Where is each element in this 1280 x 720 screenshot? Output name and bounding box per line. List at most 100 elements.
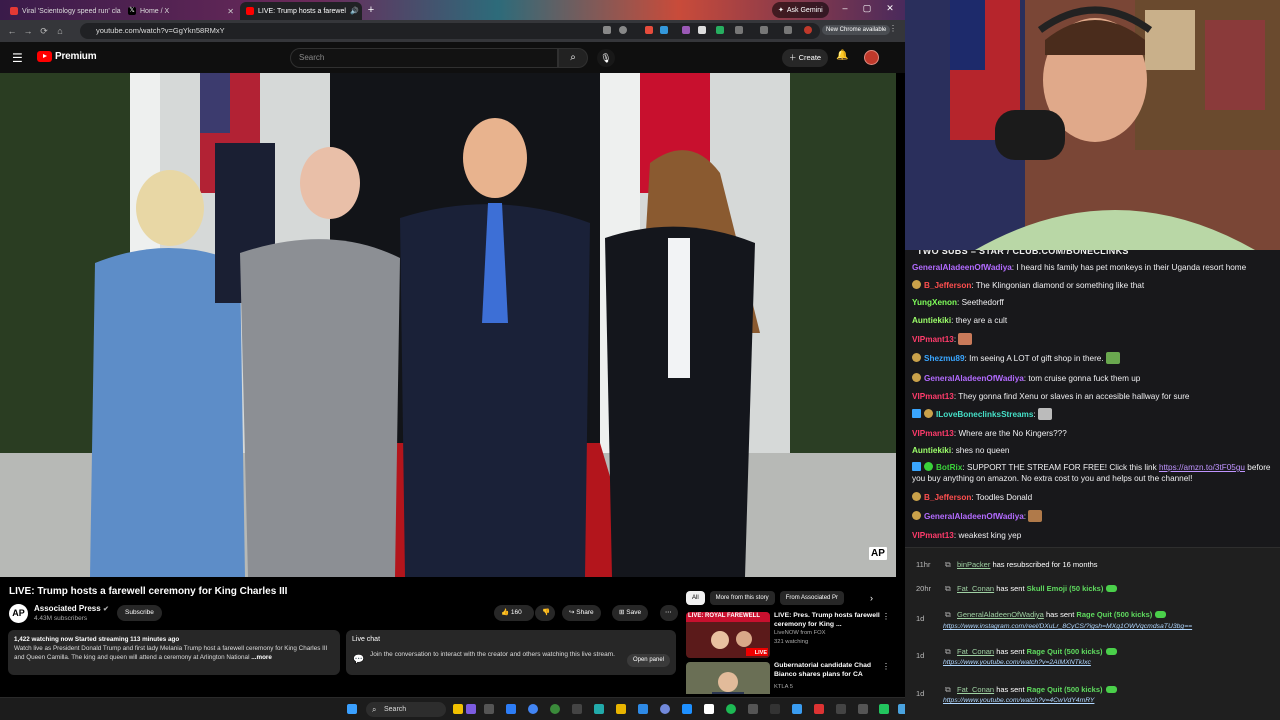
browser-menu-icon[interactable]: ⋮ (889, 24, 897, 33)
chat-link[interactable]: https://amzn.to/3tF05gu (1159, 463, 1245, 472)
video-player[interactable] (0, 73, 896, 577)
chat-username[interactable]: GeneralAladeenOfWadiya (924, 512, 1024, 521)
profile-avatar-icon[interactable] (804, 26, 812, 34)
maximize-icon[interactable]: ▢ (858, 3, 876, 14)
obs-icon[interactable] (770, 704, 780, 714)
close-tab-icon[interactable]: ✕ (227, 7, 234, 16)
app-icon[interactable] (879, 704, 889, 714)
event-username[interactable]: binPacker (957, 560, 990, 569)
windows-start-icon[interactable] (347, 704, 357, 714)
more-options-icon[interactable]: ⋮ (882, 612, 890, 621)
open-panel-button[interactable]: Open panel (626, 654, 670, 667)
video-description[interactable]: 1,422 watching now Started streaming 113… (8, 630, 340, 675)
event-link[interactable]: https://www.youtube.com/watch?v=2AIMXNTk… (943, 659, 1091, 666)
chat-username[interactable]: Auntiekiki (912, 316, 951, 325)
bookmark-star-icon[interactable] (619, 26, 627, 34)
subscribe-button[interactable]: Subscribe (117, 605, 162, 621)
account-avatar[interactable] (864, 50, 879, 65)
more-options-icon[interactable]: ⋮ (882, 662, 890, 671)
event-username[interactable]: Fat_Conan (957, 685, 994, 694)
app-icon[interactable] (792, 704, 802, 714)
app-icon[interactable] (682, 704, 692, 714)
audio-icon[interactable]: 🔊 (350, 7, 359, 15)
browser-tab-1[interactable]: Viral 'Scientology speed run' cla ✕ (4, 2, 122, 20)
chat-username[interactable]: BotRix (936, 463, 962, 472)
close-window-icon[interactable]: ✕ (881, 3, 899, 14)
app-icon[interactable] (858, 704, 868, 714)
more-actions-icon[interactable]: ⋯ (660, 605, 678, 621)
youtube-premium-logo[interactable]: Premium (37, 51, 97, 62)
extension-icon[interactable] (682, 26, 690, 34)
back-icon[interactable]: ← (4, 26, 20, 36)
event-link[interactable]: https://www.instagram.com/reel/DXuLr_8Cy… (943, 623, 1192, 630)
browser-tab-2[interactable]: 𝕏 Home / X ✕ (122, 2, 240, 20)
channel-avatar[interactable]: AP (9, 604, 28, 623)
chat-username[interactable]: YungXenon (912, 298, 957, 307)
forward-icon[interactable]: → (20, 26, 36, 36)
event-link[interactable]: https://www.youtube.com/watch?v=4CwVdY4m… (943, 697, 1094, 704)
chat-username[interactable]: B_Jefferson (924, 281, 971, 290)
search-input[interactable]: Search (290, 48, 558, 68)
chrome-icon[interactable] (528, 704, 538, 714)
channel-name[interactable]: Associated Press ✔ (34, 604, 109, 613)
extension-icon[interactable] (660, 26, 668, 34)
chat-username[interactable]: GeneralAladeenOfWadiya (924, 374, 1024, 383)
home-icon[interactable]: ⌂ (52, 26, 68, 36)
chat-username[interactable]: VIPmant13 (912, 392, 954, 401)
app-icon[interactable] (814, 704, 824, 714)
app-icon[interactable] (836, 704, 846, 714)
chrome-icon[interactable] (550, 704, 560, 714)
notifications-bell-icon[interactable]: 🔔 (836, 50, 848, 61)
chat-username[interactable]: GeneralAladeenOfWadiya (912, 263, 1012, 272)
chat-username[interactable]: VIPmant13 (912, 429, 954, 438)
extension-icon[interactable] (698, 26, 706, 34)
taskbar-search[interactable]: Search (366, 702, 446, 717)
app-icon[interactable] (594, 704, 604, 714)
chip-from-channel[interactable]: From Associated Pr (779, 591, 845, 605)
file-explorer-icon[interactable] (616, 704, 626, 714)
discord-icon[interactable] (660, 704, 670, 714)
app-icon[interactable] (704, 704, 714, 714)
cast-icon[interactable] (603, 26, 611, 34)
chat-username[interactable]: VIPmant13 (912, 335, 954, 344)
url-field[interactable]: youtube.com/watch?v=GgYkn58RMxY (80, 23, 820, 39)
chip-more-from-story[interactable]: More from this story (709, 591, 775, 605)
chat-username[interactable]: Shezmu89 (924, 354, 965, 363)
side-panel-icon[interactable] (760, 26, 768, 34)
app-icon[interactable] (572, 704, 582, 714)
chat-username[interactable]: Auntiekiki (912, 446, 951, 455)
like-button[interactable]: 👍 160 (494, 605, 534, 621)
chat-username[interactable]: B_Jefferson (924, 493, 971, 502)
recommendation-item[interactable]: Gubernatorial candidate Chad Bianco shar… (686, 662, 894, 694)
share-button[interactable]: ↪ Share (562, 605, 601, 621)
description-more-link[interactable]: ...more (251, 654, 272, 661)
event-username[interactable]: GeneralAladeenOfWadiya (957, 610, 1044, 619)
new-tab-button[interactable]: + (364, 4, 378, 16)
chip-all[interactable]: All (686, 591, 705, 605)
browser-tab-3-active[interactable]: LIVE: Trump hosts a farewel 🔊 ✕ (240, 2, 362, 20)
menu-icon[interactable]: ☰ (12, 51, 23, 65)
app-icon[interactable] (466, 704, 476, 714)
minimize-icon[interactable]: – (836, 3, 854, 13)
new-chrome-available-button[interactable]: New Chrome available (822, 25, 891, 35)
save-button[interactable]: ⊞ Save (612, 605, 649, 621)
extension-icon[interactable] (716, 26, 724, 34)
app-icon[interactable] (453, 704, 463, 714)
app-icon[interactable] (748, 704, 758, 714)
microphone-icon[interactable]: 🎙 (597, 49, 615, 67)
dislike-button[interactable]: 👎 (535, 605, 555, 621)
event-username[interactable]: Fat_Conan (957, 584, 994, 593)
create-button[interactable]: ＋ Create (782, 49, 829, 67)
extensions-puzzle-icon[interactable] (735, 26, 743, 34)
spotify-icon[interactable] (726, 704, 736, 714)
app-icon[interactable] (638, 704, 648, 714)
app-icon[interactable] (506, 704, 516, 714)
chat-username[interactable]: VIPmant13 (912, 531, 954, 540)
ask-gemini-button[interactable]: ✦ Ask Gemini (772, 2, 829, 18)
download-icon[interactable] (784, 26, 792, 34)
extension-icon[interactable] (645, 26, 653, 34)
recommendation-item[interactable]: LIVE: ROYAL FAREWELL LIVE LIVE: Pres. Tr… (686, 612, 894, 658)
reload-icon[interactable]: ⟳ (36, 26, 52, 37)
event-username[interactable]: Fat_Conan (957, 647, 994, 656)
chat-username[interactable]: ILoveBoneclinksStreams (936, 410, 1033, 419)
